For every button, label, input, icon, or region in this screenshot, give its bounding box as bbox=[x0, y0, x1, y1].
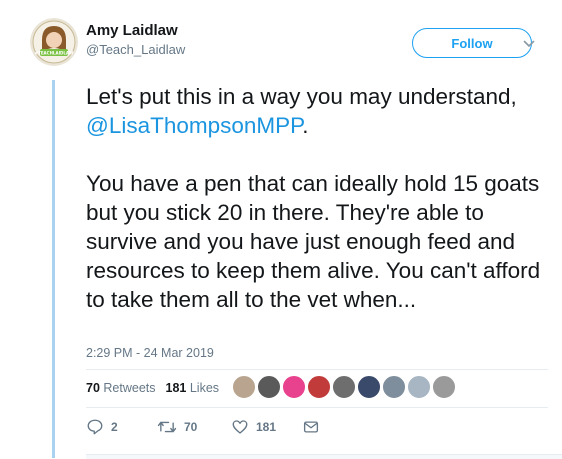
tweet-paragraph-2: You have a pen that can ideally hold 15 … bbox=[86, 171, 541, 312]
liker-avatar[interactable] bbox=[407, 375, 431, 399]
thread-line bbox=[52, 80, 55, 458]
retweets-stat-count: 70 bbox=[86, 381, 100, 395]
avatar-badge-text: #TEACHLAIDLAW bbox=[35, 51, 74, 56]
like-button[interactable]: 181 bbox=[231, 418, 276, 436]
divider bbox=[86, 369, 548, 370]
like-count: 181 bbox=[256, 420, 277, 434]
likes-stat-count: 181 bbox=[165, 381, 187, 395]
liker-avatar[interactable] bbox=[282, 375, 306, 399]
retweet-count: 70 bbox=[184, 420, 198, 434]
liker-avatar[interactable] bbox=[357, 375, 381, 399]
tweet-text-prefix: Let's put this in a way you may understa… bbox=[86, 84, 517, 109]
retweets-stat[interactable]: 70 Retweets bbox=[86, 381, 156, 395]
tweet-timestamp[interactable]: 2:29 PM - 24 Mar 2019 bbox=[86, 346, 214, 360]
likes-stat[interactable]: 181 Likes bbox=[166, 381, 220, 395]
liker-avatar[interactable] bbox=[382, 375, 406, 399]
likes-stat-label: Likes bbox=[189, 381, 220, 395]
envelope-icon bbox=[303, 421, 319, 433]
liker-avatar[interactable] bbox=[432, 375, 456, 399]
retweets-stat-label: Retweets bbox=[103, 381, 156, 395]
avatar[interactable]: #TEACHLAIDLAW bbox=[30, 18, 78, 66]
retweet-icon bbox=[157, 421, 177, 433]
avatar-image: #TEACHLAIDLAW bbox=[30, 18, 78, 66]
tweet-actions: 2 70 181 bbox=[86, 418, 406, 440]
tweet-text-suffix: . bbox=[302, 113, 309, 138]
tweet-text: Let's put this in a way you may understa… bbox=[86, 82, 548, 314]
follow-button[interactable]: Follow bbox=[412, 28, 532, 58]
heart-icon bbox=[232, 420, 248, 434]
mention-link[interactable]: @LisaThompsonMPP bbox=[86, 113, 302, 138]
liker-avatar[interactable] bbox=[257, 375, 281, 399]
liker-avatar[interactable] bbox=[307, 375, 331, 399]
tweet-stats: 70 Retweets 181 Likes bbox=[86, 381, 219, 395]
liker-avatar[interactable] bbox=[332, 375, 356, 399]
chevron-down-icon[interactable] bbox=[523, 40, 535, 48]
divider bbox=[86, 407, 548, 408]
reply-box-edge bbox=[86, 454, 562, 459]
retweet-button[interactable]: 70 bbox=[157, 418, 197, 436]
reply-button[interactable]: 2 bbox=[86, 418, 118, 436]
tweet-paragraph-1: Let's put this in a way you may understa… bbox=[86, 82, 548, 140]
reply-icon bbox=[87, 419, 103, 435]
reply-count: 2 bbox=[111, 420, 118, 434]
author-handle[interactable]: @Teach_Laidlaw bbox=[86, 42, 185, 57]
direct-message-button[interactable] bbox=[302, 418, 320, 436]
author-display-name[interactable]: Amy Laidlaw bbox=[86, 22, 178, 39]
liker-avatar[interactable] bbox=[232, 375, 256, 399]
liker-avatars bbox=[232, 375, 457, 399]
